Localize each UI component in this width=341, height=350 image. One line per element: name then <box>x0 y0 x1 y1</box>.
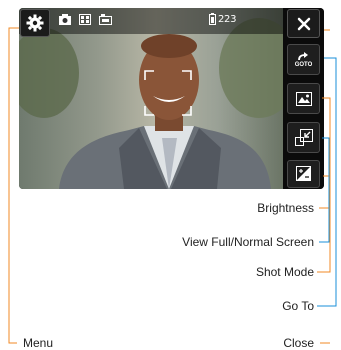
view-screen-callout: View Full/Normal Screen <box>182 235 314 249</box>
menu-callout: Menu <box>23 336 54 350</box>
shot-mode-callout: Shot Mode <box>255 265 314 279</box>
brightness-callout: Brightness <box>257 201 314 215</box>
callout-lines <box>8 27 337 344</box>
go-to-callout: Go To <box>282 299 314 313</box>
close-callout: Close <box>283 336 314 350</box>
